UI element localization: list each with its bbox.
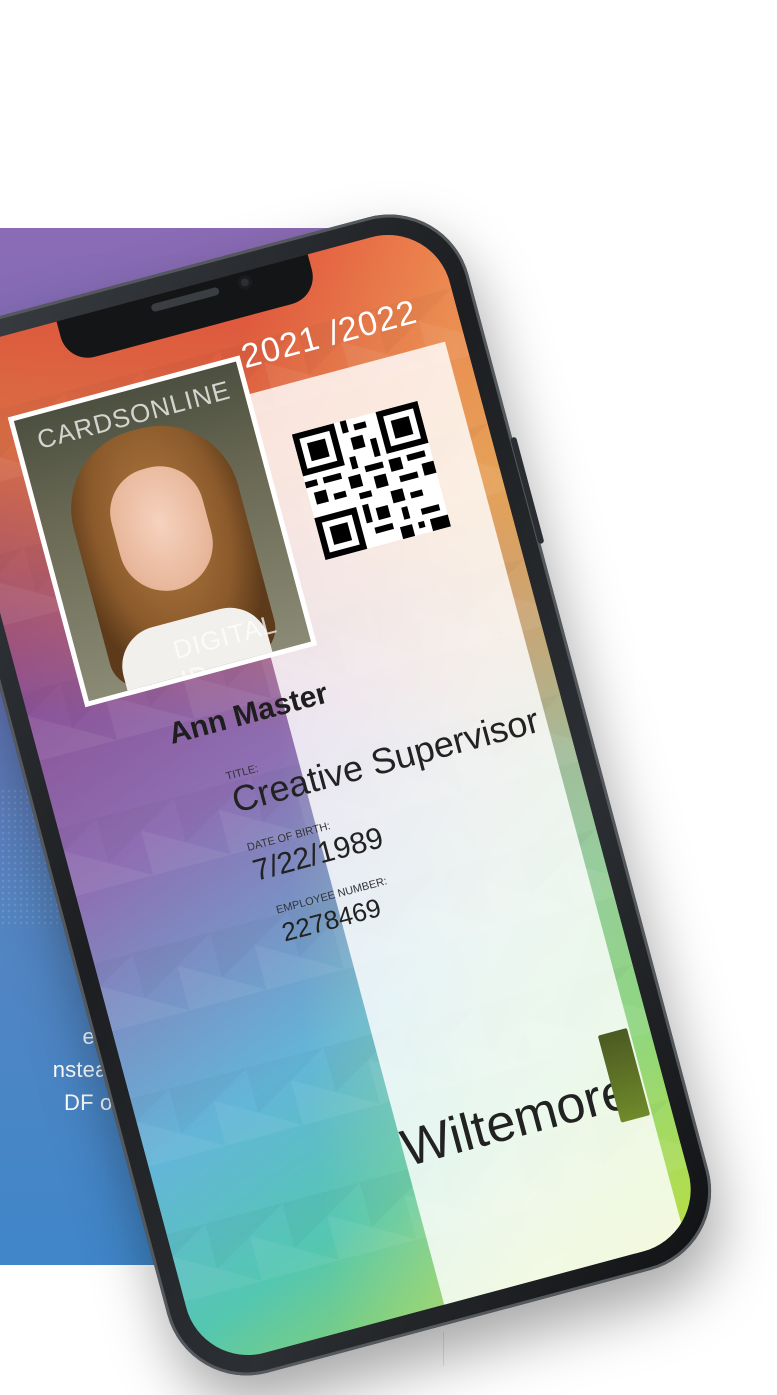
divider-line xyxy=(443,1332,444,1366)
